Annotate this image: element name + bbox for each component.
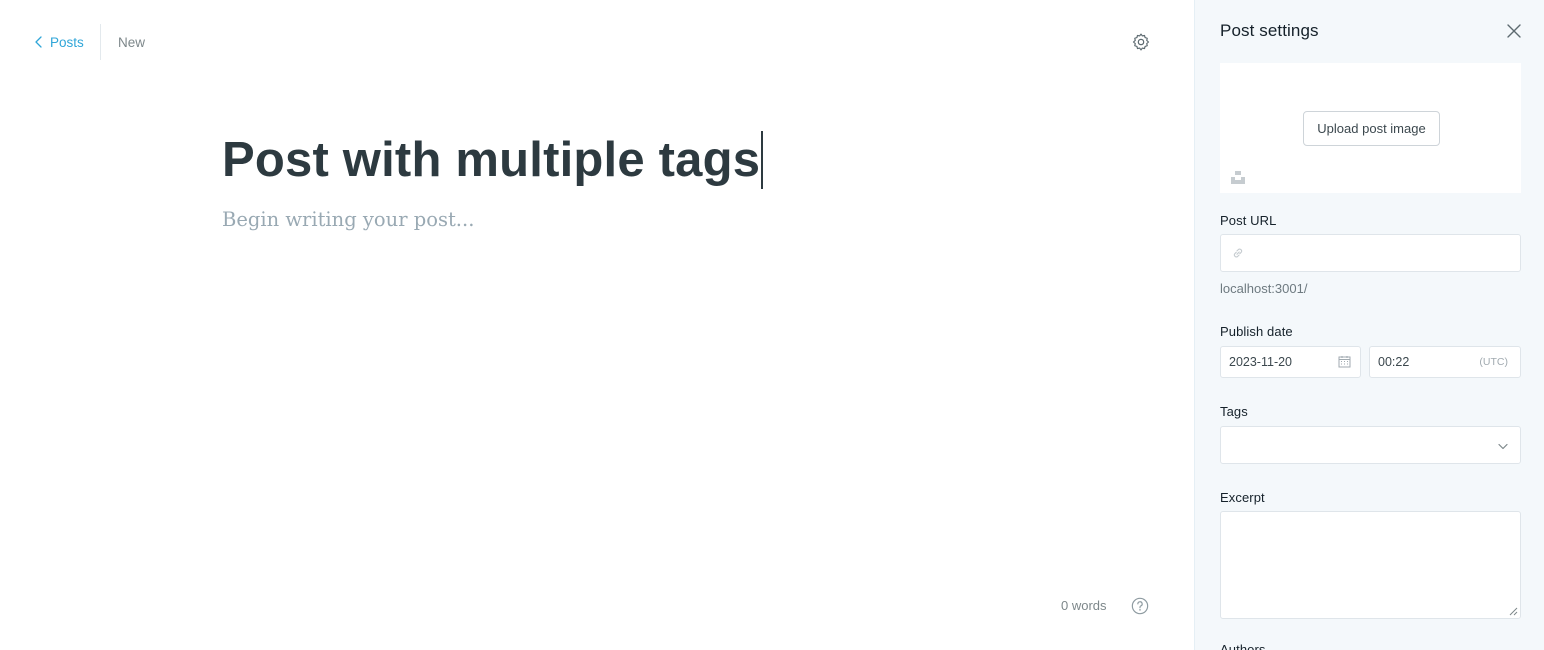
word-count: 0 words bbox=[1061, 598, 1107, 613]
tags-label: Tags bbox=[1220, 404, 1248, 419]
post-settings-panel: Post settings Upload post image Post URL… bbox=[1194, 0, 1544, 650]
publish-date-label: Publish date bbox=[1220, 324, 1293, 339]
publish-time-value: 00:22 bbox=[1378, 355, 1410, 369]
panel-title: Post settings bbox=[1220, 21, 1319, 40]
breadcrumb-divider bbox=[100, 24, 101, 60]
timezone-label: (UTC) bbox=[1479, 356, 1508, 368]
back-to-posts-link[interactable]: Posts bbox=[34, 33, 84, 51]
post-image-area: Upload post image bbox=[1220, 63, 1521, 193]
post-title-text: Post with multiple tags bbox=[222, 133, 761, 187]
publish-time-input[interactable]: 00:22 (UTC) bbox=[1369, 346, 1521, 378]
post-body-editor[interactable]: Begin writing your post... bbox=[222, 208, 474, 231]
publish-date-value: 2023-11-20 bbox=[1229, 355, 1293, 369]
tags-select[interactable] bbox=[1220, 426, 1521, 464]
upload-post-image-button[interactable]: Upload post image bbox=[1303, 111, 1440, 146]
excerpt-textarea[interactable] bbox=[1220, 511, 1521, 619]
gear-icon[interactable] bbox=[1131, 32, 1151, 52]
authors-label: Authors bbox=[1220, 642, 1266, 650]
publish-date-input[interactable]: 2023-11-20 bbox=[1220, 346, 1361, 378]
editor-pane: Posts New Post with multiple tags Begin … bbox=[0, 0, 1194, 650]
unsplash-icon[interactable] bbox=[1231, 170, 1245, 184]
post-url-label: Post URL bbox=[1220, 213, 1277, 228]
back-link-label: Posts bbox=[50, 34, 84, 50]
close-icon[interactable] bbox=[1506, 23, 1522, 39]
text-caret bbox=[761, 131, 763, 189]
calendar-icon[interactable] bbox=[1338, 355, 1351, 368]
editor-topbar: Posts New bbox=[0, 0, 1194, 84]
resize-handle-icon[interactable] bbox=[1509, 607, 1518, 616]
post-url-input[interactable] bbox=[1220, 234, 1521, 272]
help-icon[interactable] bbox=[1131, 597, 1149, 615]
post-title[interactable]: Post with multiple tags bbox=[222, 128, 763, 192]
chevron-down-icon bbox=[1498, 443, 1508, 450]
chevron-left-icon bbox=[35, 36, 42, 48]
link-icon bbox=[1233, 248, 1243, 258]
post-status: New bbox=[118, 35, 146, 50]
post-url-preview: localhost:3001/ bbox=[1220, 281, 1308, 296]
excerpt-label: Excerpt bbox=[1220, 490, 1265, 505]
